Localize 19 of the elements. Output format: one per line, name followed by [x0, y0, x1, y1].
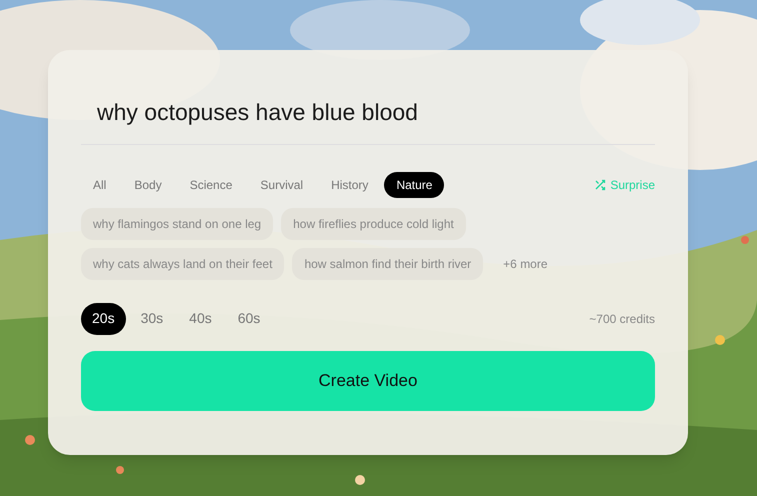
duration-option[interactable]: 40s: [178, 302, 223, 334]
suggestion-chip[interactable]: how fireflies produce cold light: [281, 208, 466, 240]
duration-option[interactable]: 30s: [130, 302, 174, 334]
category-tab[interactable]: Body: [122, 172, 174, 198]
category-tab[interactable]: Survival: [248, 172, 316, 198]
suggestion-chip[interactable]: how salmon find their birth river: [292, 248, 484, 280]
more-link[interactable]: +6 more: [491, 254, 560, 272]
prompt-field[interactable]: why octopuses have blue blood: [81, 95, 655, 144]
create-video-button[interactable]: Create Video: [81, 350, 655, 410]
category-tab[interactable]: Science: [178, 172, 244, 198]
suggestion-chip[interactable]: why flamingos stand on one leg: [81, 208, 274, 240]
suggestion-chip[interactable]: why cats always land on their feet: [81, 248, 284, 280]
category-tab[interactable]: History: [319, 172, 380, 198]
category-tab[interactable]: Nature: [384, 172, 444, 198]
category-tab[interactable]: All: [81, 172, 118, 198]
duration-option[interactable]: 20s: [81, 302, 126, 334]
duration-option[interactable]: 60s: [226, 302, 272, 334]
credits-label: ~700 credits: [589, 310, 655, 328]
shuffle-icon: [594, 178, 606, 190]
